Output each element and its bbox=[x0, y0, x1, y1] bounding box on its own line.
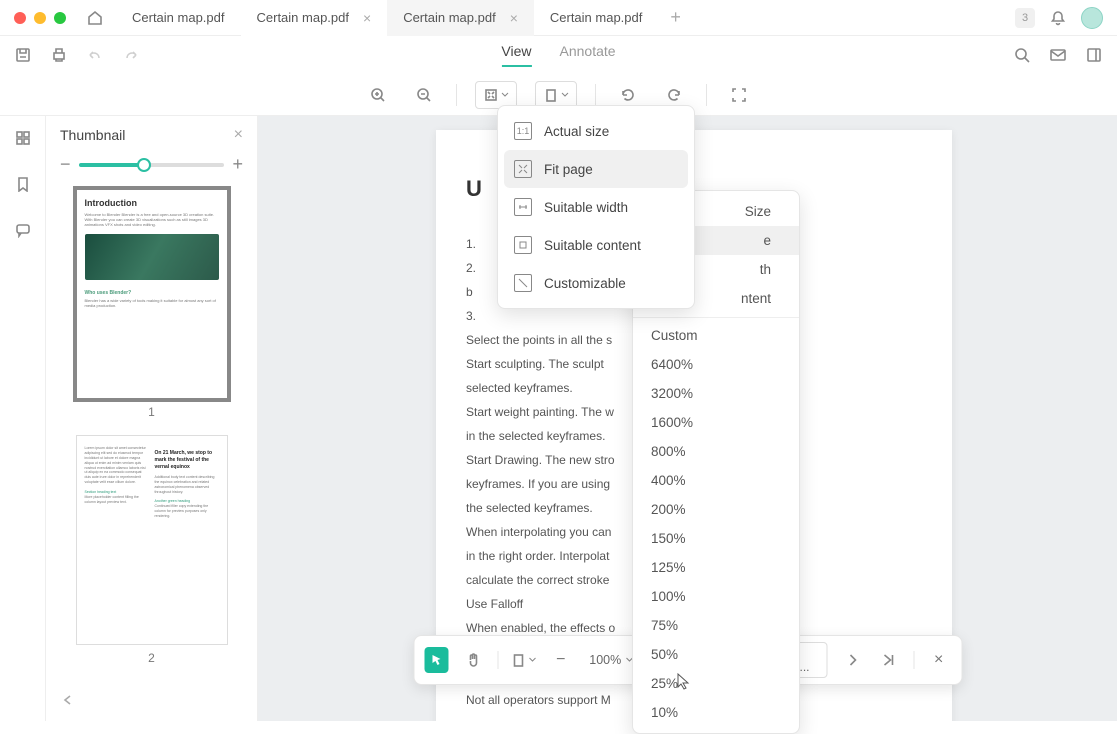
mode-annotate[interactable]: Annotate bbox=[560, 43, 616, 67]
zoom-75[interactable]: 75% bbox=[633, 611, 799, 640]
window-controls bbox=[14, 12, 66, 24]
fit-width[interactable]: Suitable width bbox=[504, 188, 688, 226]
collapse-panel-icon[interactable] bbox=[62, 693, 74, 711]
zoom-25[interactable]: 25% bbox=[633, 669, 799, 698]
zoom-125[interactable]: 125% bbox=[633, 553, 799, 582]
zoom-custom[interactable]: Custom bbox=[633, 317, 799, 350]
close-window[interactable] bbox=[14, 12, 26, 24]
close-panel-icon[interactable]: × bbox=[234, 126, 243, 144]
mode-switch: View Annotate bbox=[501, 43, 615, 67]
maximize-window[interactable] bbox=[54, 12, 66, 24]
fit-menu: 1:1Actual size Fit page Suitable width S… bbox=[497, 105, 695, 309]
redo-icon[interactable] bbox=[122, 46, 140, 64]
bell-icon[interactable] bbox=[1049, 9, 1067, 27]
minimize-window[interactable] bbox=[34, 12, 46, 24]
zoom-10[interactable]: 10% bbox=[633, 698, 799, 727]
thumbnail-panel: Thumbnail × − + Introduction Welcome to … bbox=[46, 116, 258, 721]
tab-0[interactable]: Certain map.pdf bbox=[116, 0, 241, 36]
mode-view[interactable]: View bbox=[501, 43, 531, 67]
thumbnail-title: Thumbnail bbox=[60, 127, 125, 143]
chevron-down-icon bbox=[561, 91, 569, 99]
new-tab-button[interactable]: + bbox=[658, 7, 693, 28]
fit-page[interactable]: Fit page bbox=[504, 150, 688, 188]
side-rail bbox=[0, 116, 46, 721]
save-icon[interactable] bbox=[14, 46, 32, 64]
chevron-down-icon bbox=[501, 91, 509, 99]
mail-icon[interactable] bbox=[1049, 46, 1067, 64]
close-tab-icon[interactable]: × bbox=[363, 10, 371, 26]
zoom-level-dropdown[interactable]: 100% bbox=[585, 653, 637, 667]
tab-1[interactable]: Certain map.pdf× bbox=[241, 0, 388, 36]
zoom-150[interactable]: 150% bbox=[633, 524, 799, 553]
fit-custom[interactable]: Customizable bbox=[504, 264, 688, 302]
zoom-out-bottom[interactable]: − bbox=[548, 647, 573, 673]
page-layout-bottom[interactable] bbox=[510, 652, 536, 668]
select-tool-button[interactable] bbox=[424, 647, 449, 673]
zoom-50[interactable]: 50% bbox=[633, 640, 799, 669]
close-tab-icon[interactable]: × bbox=[510, 10, 518, 26]
tab-strip: Certain map.pdf Certain map.pdf× Certain… bbox=[116, 0, 1015, 36]
fullscreen-button[interactable] bbox=[725, 81, 753, 109]
titlebar: Certain map.pdf Certain map.pdf× Certain… bbox=[0, 0, 1117, 36]
thumb-zoom-slider: − + bbox=[56, 154, 247, 189]
thumb-zoom-out[interactable]: − bbox=[60, 154, 71, 175]
thumb-page-number: 1 bbox=[56, 405, 247, 419]
fit-content[interactable]: Suitable content bbox=[504, 226, 688, 264]
thumb-zoom-in[interactable]: + bbox=[232, 154, 243, 175]
thumb-slider[interactable] bbox=[79, 163, 225, 167]
zoom-800[interactable]: 800% bbox=[633, 437, 799, 466]
home-icon[interactable] bbox=[86, 9, 104, 27]
thumb-page-1[interactable]: Introduction Welcome to Blender Blender … bbox=[56, 189, 247, 419]
fit-actual-size[interactable]: 1:1Actual size bbox=[504, 112, 688, 150]
last-page-button[interactable] bbox=[877, 647, 902, 673]
undo-icon[interactable] bbox=[86, 46, 104, 64]
thumb-page-number: 2 bbox=[56, 651, 247, 665]
comment-icon[interactable] bbox=[9, 216, 37, 244]
next-page-button[interactable] bbox=[840, 647, 865, 673]
zoom-out-button[interactable] bbox=[410, 81, 438, 109]
zoom-400[interactable]: 400% bbox=[633, 466, 799, 495]
close-toolbar-button[interactable]: × bbox=[926, 647, 951, 673]
panel-icon[interactable] bbox=[1085, 46, 1103, 64]
zoom-3200[interactable]: 3200% bbox=[633, 379, 799, 408]
notif-count-badge[interactable]: 3 bbox=[1015, 8, 1035, 28]
tab-3[interactable]: Certain map.pdf bbox=[534, 0, 659, 36]
zoom-100[interactable]: 100% bbox=[633, 582, 799, 611]
toolbar-top: View Annotate bbox=[0, 36, 1117, 74]
zoom-in-button[interactable] bbox=[364, 81, 392, 109]
bookmark-icon[interactable] bbox=[9, 170, 37, 198]
zoom-1600[interactable]: 1600% bbox=[633, 408, 799, 437]
thumbnails-icon[interactable] bbox=[9, 124, 37, 152]
tab-2[interactable]: Certain map.pdf× bbox=[387, 0, 534, 36]
avatar[interactable] bbox=[1081, 7, 1103, 29]
zoom-200[interactable]: 200% bbox=[633, 495, 799, 524]
print-icon[interactable] bbox=[50, 46, 68, 64]
search-icon[interactable] bbox=[1013, 46, 1031, 64]
hand-tool-button[interactable] bbox=[461, 647, 486, 673]
zoom-6400[interactable]: 6400% bbox=[633, 350, 799, 379]
thumb-page-2[interactable]: Lorem ipsum dolor sit amet consectetur a… bbox=[56, 435, 247, 665]
